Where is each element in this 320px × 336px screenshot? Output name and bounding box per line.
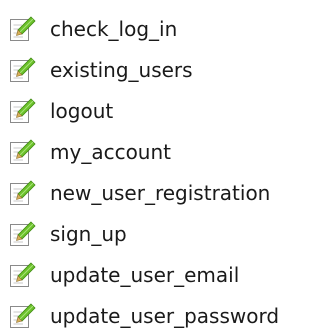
file-name: existing_users <box>50 57 193 82</box>
file-item-logout[interactable]: logout <box>8 90 292 131</box>
text-document-icon <box>8 97 36 125</box>
file-item-check-log-in[interactable]: check_log_in <box>8 8 292 49</box>
file-item-sign-up[interactable]: sign_up <box>8 213 292 254</box>
file-name: sign_up <box>50 221 127 246</box>
file-name: update_user_email <box>50 262 240 287</box>
file-list: check_log_in existing_users logout my_ac… <box>8 8 292 336</box>
file-item-update-user-email[interactable]: update_user_email <box>8 254 292 295</box>
file-item-existing-users[interactable]: existing_users <box>8 49 292 90</box>
text-document-icon <box>8 220 36 248</box>
text-document-icon <box>8 15 36 43</box>
file-name: update_user_password <box>50 303 280 328</box>
text-document-icon <box>8 138 36 166</box>
file-name: new_user_registration <box>50 180 271 205</box>
file-item-update-user-password[interactable]: update_user_password <box>8 295 292 336</box>
file-name: logout <box>50 98 114 123</box>
text-document-icon <box>8 179 36 207</box>
text-document-icon <box>8 56 36 84</box>
text-document-icon <box>8 302 36 330</box>
text-document-icon <box>8 261 36 289</box>
file-name: my_account <box>50 139 171 164</box>
file-name: check_log_in <box>50 16 178 41</box>
file-item-my-account[interactable]: my_account <box>8 131 292 172</box>
file-item-new-user-registration[interactable]: new_user_registration <box>8 172 292 213</box>
